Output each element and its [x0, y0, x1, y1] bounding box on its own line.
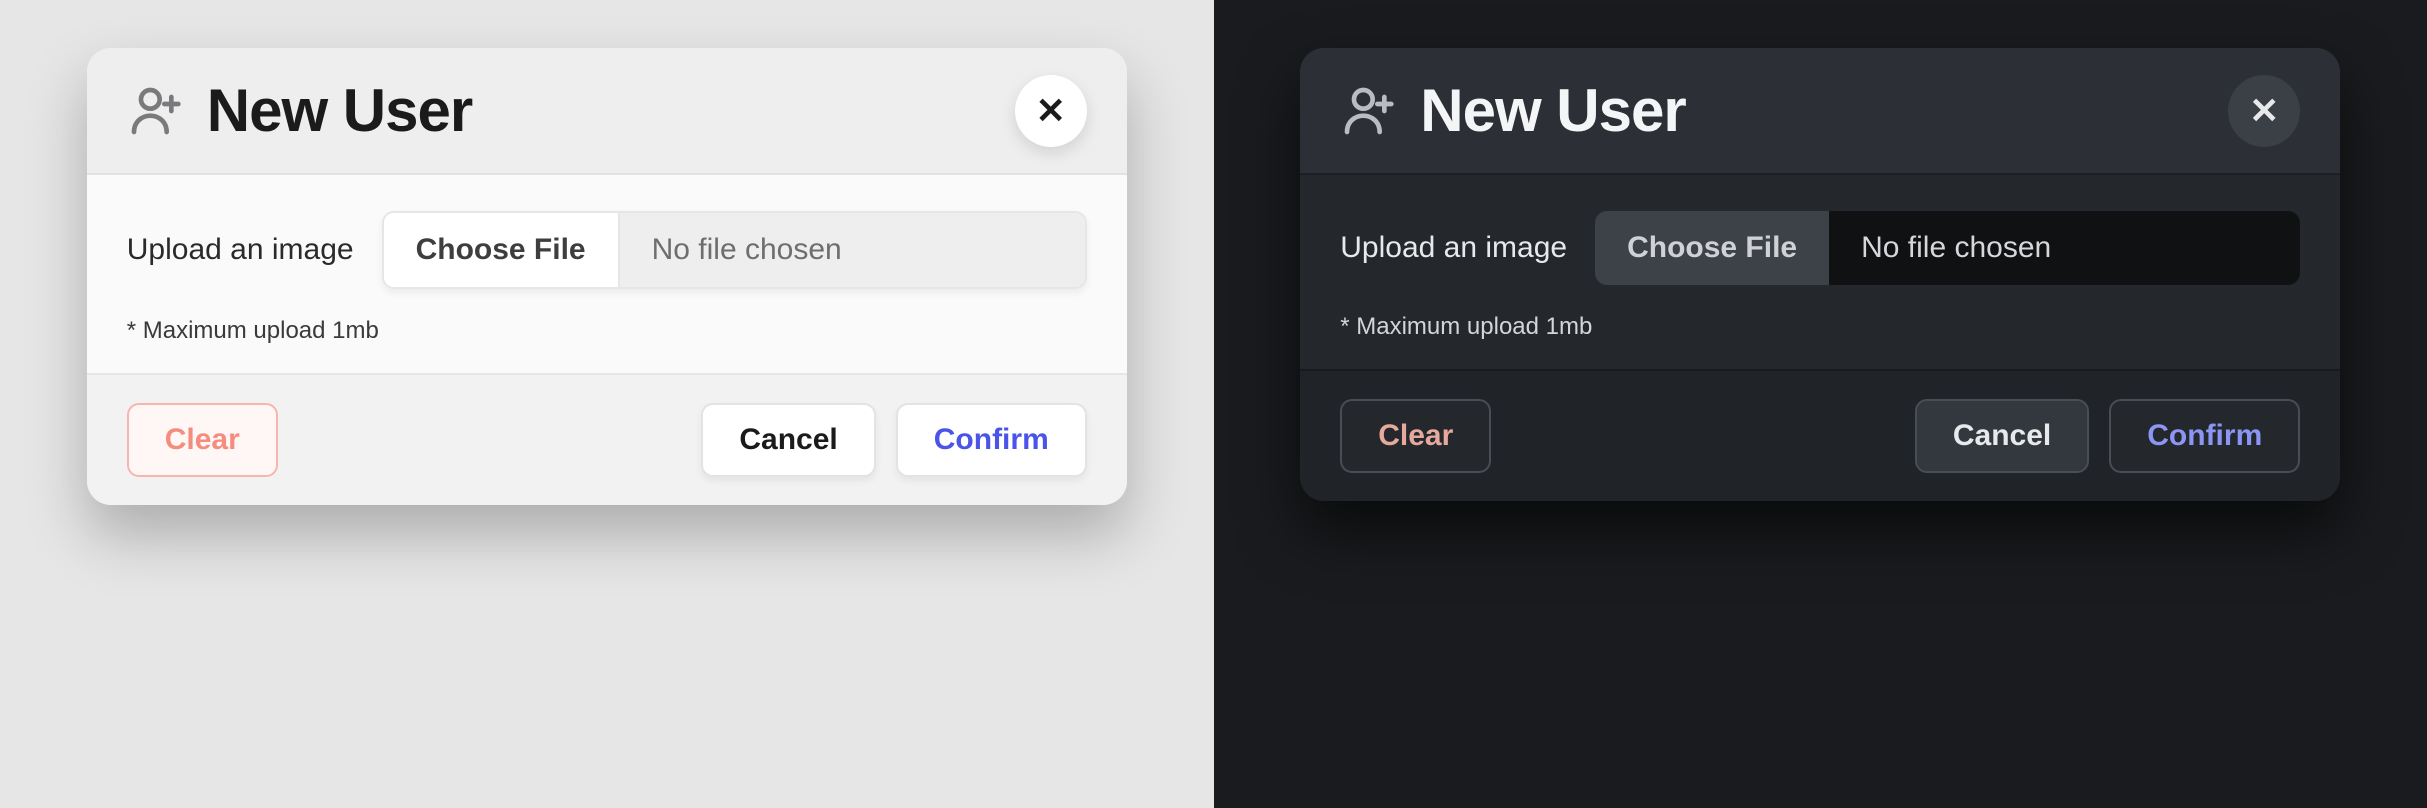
cancel-button[interactable]: Cancel — [1915, 399, 2089, 473]
upload-label: Upload an image — [1340, 231, 1567, 265]
cancel-button[interactable]: Cancel — [701, 403, 875, 477]
file-input-widget: Choose File No file chosen — [382, 211, 1087, 289]
file-input-widget: Choose File No file chosen — [1595, 211, 2300, 285]
add-user-icon — [1340, 83, 1396, 139]
modal-footer: Clear Cancel Confirm — [1300, 369, 2340, 501]
modal-footer: Clear Cancel Confirm — [87, 373, 1127, 505]
close-button[interactable]: ✕ — [1015, 75, 1087, 147]
close-icon: ✕ — [2249, 90, 2279, 132]
upload-label: Upload an image — [127, 233, 354, 267]
file-status-text: No file chosen — [620, 213, 1085, 287]
modal-body: Upload an image Choose File No file chos… — [1300, 175, 2340, 369]
file-status-text: No file chosen — [1829, 211, 2300, 285]
modal-header: New User ✕ — [87, 48, 1127, 175]
upload-row: Upload an image Choose File No file chos… — [1340, 211, 2300, 285]
close-icon: ✕ — [1036, 90, 1066, 132]
upload-hint: * Maximum upload 1mb — [127, 317, 1087, 345]
modal-title: New User — [1420, 76, 1685, 145]
modal-header: New User ✕ — [1300, 48, 2340, 175]
clear-button[interactable]: Clear — [1340, 399, 1491, 473]
upload-row: Upload an image Choose File No file chos… — [127, 211, 1087, 289]
add-user-icon — [127, 83, 183, 139]
new-user-modal: New User ✕ Upload an image Choose File N… — [87, 48, 1127, 505]
close-button[interactable]: ✕ — [2228, 75, 2300, 147]
choose-file-button[interactable]: Choose File — [384, 213, 620, 287]
choose-file-button[interactable]: Choose File — [1595, 211, 1829, 285]
confirm-button[interactable]: Confirm — [2109, 399, 2300, 473]
new-user-modal: New User ✕ Upload an image Choose File N… — [1300, 48, 2340, 501]
clear-button[interactable]: Clear — [127, 403, 278, 477]
light-theme-pane: New User ✕ Upload an image Choose File N… — [0, 0, 1214, 808]
dark-theme-pane: New User ✕ Upload an image Choose File N… — [1214, 0, 2427, 808]
confirm-button[interactable]: Confirm — [896, 403, 1087, 477]
upload-hint: * Maximum upload 1mb — [1340, 313, 2300, 341]
modal-title: New User — [207, 76, 472, 145]
modal-body: Upload an image Choose File No file chos… — [87, 175, 1127, 373]
